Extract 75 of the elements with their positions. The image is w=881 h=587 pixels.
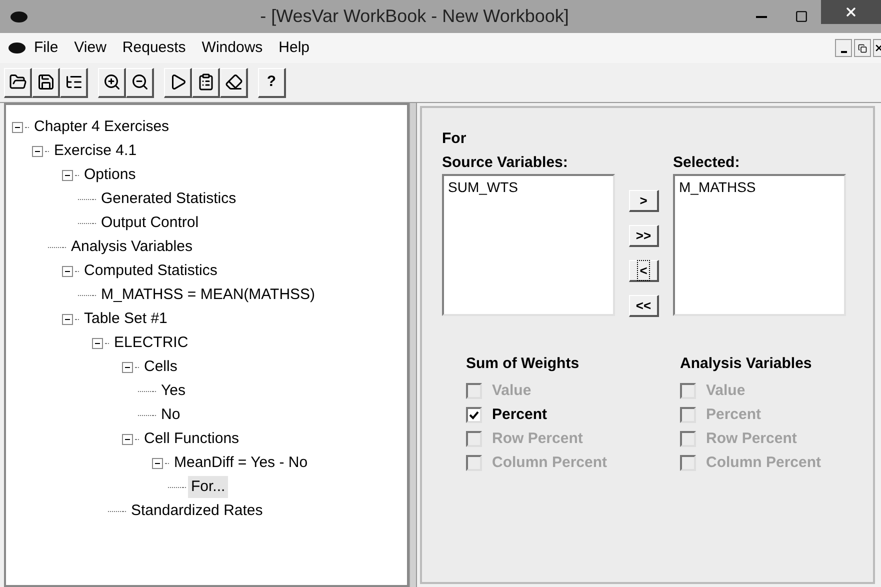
restore-button[interactable] [854,39,871,57]
collapse-icon[interactable] [152,458,163,468]
menu-item[interactable]: View [66,36,114,60]
menu-item[interactable]: Help [270,36,318,60]
zoom-out-icon [130,73,148,91]
clipboard-icon [196,73,214,91]
move-button[interactable]: < [629,260,659,282]
toolbar-button[interactable] [4,68,32,98]
collapse-icon[interactable] [62,266,73,276]
tree-item[interactable]: Chapter 4 Exercises [31,116,172,138]
list-item[interactable]: M_MATHSS [679,178,840,196]
toolbar-button[interactable] [98,68,126,98]
tree-item[interactable]: MeanDiff = Yes - No [171,452,311,474]
collapse-icon[interactable] [62,314,73,324]
minimize-icon [840,51,846,53]
tree-item[interactable]: M_MATHSS = MEAN(MATHSS) [98,284,318,306]
group-title: Sum of Weights [466,354,580,374]
move-button[interactable]: > [629,190,659,212]
tree-item[interactable]: Exercise 4.1 [51,140,140,162]
tree-item[interactable]: Cells [141,356,180,378]
toolbar-button[interactable] [60,68,88,98]
app-logo-icon [8,42,26,54]
tree-item[interactable]: Standardized Rates [128,500,266,522]
tree-item[interactable]: Table Set #1 [81,308,170,330]
selected-list[interactable]: M_MATHSS [673,174,846,316]
toolbar-button[interactable] [220,68,248,98]
tree-item[interactable]: For... [188,476,228,498]
toolbar-button[interactable] [192,68,220,98]
folder-icon [8,73,26,91]
app-logo-icon [10,10,28,22]
list-icon [64,73,82,91]
menu-item[interactable]: Windows [194,36,271,60]
close-icon [844,5,858,19]
close-button[interactable] [873,39,881,57]
collapse-icon[interactable] [92,338,103,348]
close-button[interactable] [821,0,881,24]
tree-item[interactable]: Options [81,164,139,186]
move-button[interactable]: >> [629,225,659,247]
source-list[interactable]: SUM_WTS [442,174,615,316]
menu-item[interactable]: File [26,36,66,60]
tree-item[interactable]: Cell Functions [141,428,242,450]
toolbar-button[interactable]: ? [258,68,286,98]
tree-item[interactable]: No [158,404,184,426]
move-button[interactable]: << [629,295,659,317]
tree-item[interactable]: Output Control [98,212,202,234]
list-item[interactable]: SUM_WTS [448,178,609,196]
tree-item[interactable]: Generated Statistics [98,188,240,210]
group-title: Analysis Variables [680,354,813,374]
restore-icon [858,44,867,52]
collapse-icon[interactable] [32,146,43,156]
maximize-icon [794,10,808,23]
toolbar-button[interactable] [126,68,154,98]
tree-item[interactable]: Computed Statistics [81,260,220,282]
tree-item[interactable]: ELECTRIC [111,332,192,354]
menu-item[interactable]: Requests [114,36,194,60]
close-icon [874,43,881,53]
tree-item[interactable]: Analysis Variables [68,236,196,258]
checkbox-option[interactable]: Percent [466,403,636,427]
checkbox[interactable] [466,407,482,423]
collapse-icon[interactable] [62,170,73,180]
toolbar-button[interactable] [164,68,192,98]
collapse-icon[interactable] [122,434,133,444]
window-title: - [WesVar WorkBook - New Workbook] [259,5,570,28]
tree-item[interactable]: Yes [158,380,188,402]
collapse-icon[interactable] [12,122,23,132]
list-label: Selected: [673,153,741,173]
minimize-icon [756,16,766,18]
eraser-icon [224,73,242,91]
checkmark-icon [469,410,479,420]
minimize-button[interactable] [835,39,852,57]
form-heading: For [442,129,468,149]
zoom-in-icon [102,73,120,91]
toolbar-button[interactable] [32,68,60,98]
list-label: Source Variables: [442,153,569,173]
collapse-icon[interactable] [122,362,133,372]
